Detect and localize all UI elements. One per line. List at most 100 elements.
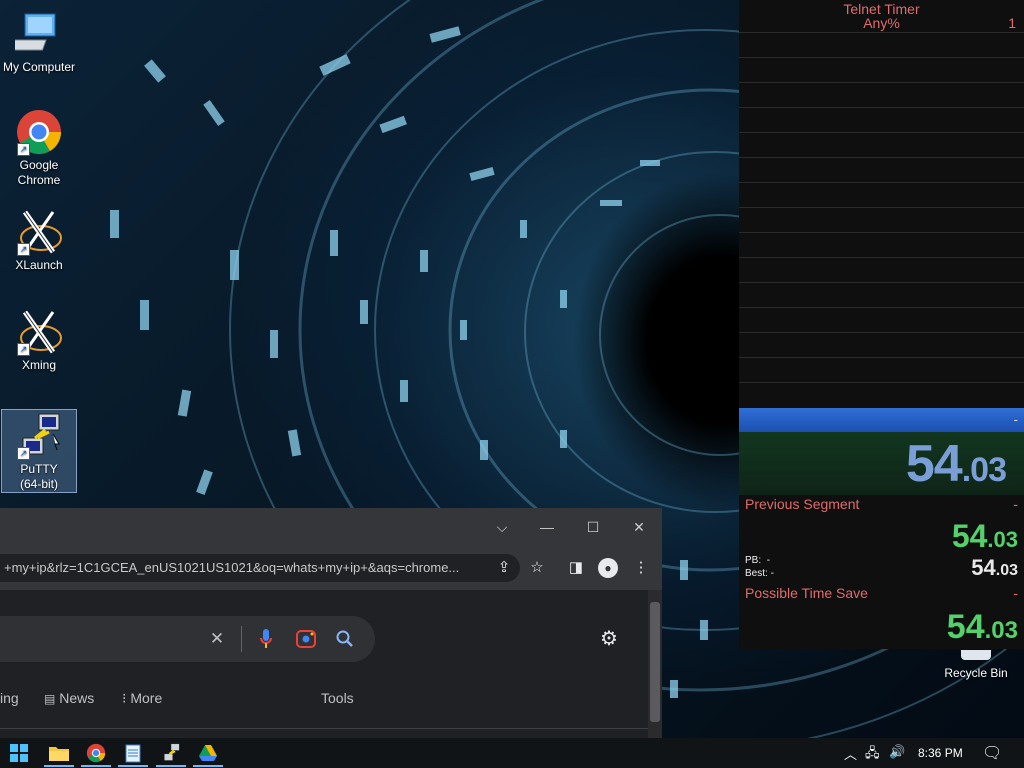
desktop-icon-google-chrome[interactable]: ↗ Google Chrome <box>2 108 76 188</box>
volume-icon[interactable]: 🔊 <box>889 744 905 760</box>
split-row-divider <box>739 207 1024 208</box>
pb-row: PB: - <box>745 555 771 566</box>
desktop-icon-my-computer[interactable]: My Computer <box>2 10 76 75</box>
notepad-icon <box>125 744 141 763</box>
chrome-titlebar[interactable]: ⌵ — ☐ ✕ <box>0 508 662 546</box>
timer-title: Telnet Timer <box>843 1 920 17</box>
search-icon[interactable] <box>332 626 358 652</box>
google-search-results-page: ✕ ⚙ ing ▤ News ⁝ More Tools <box>0 590 648 738</box>
shortcut-arrow-icon: ↗ <box>17 447 30 460</box>
shortcut-arrow-icon: ↗ <box>17 343 30 356</box>
voice-search-icon[interactable] <box>253 626 279 652</box>
address-bar[interactable]: +my+ip&rlz=1C1GCEA_enUS1021US1021&oq=wha… <box>0 554 520 582</box>
split-row-divider <box>739 32 1024 33</box>
side-panel-icon[interactable]: ◨ <box>562 554 590 582</box>
split-row-divider <box>739 357 1024 358</box>
speedrun-timer-window[interactable]: Telnet Timer Any% 1 - 54.03 Previous Seg… <box>739 0 1024 649</box>
split-row-divider <box>739 232 1024 233</box>
timer-category: Any% <box>863 15 900 31</box>
google-search-box[interactable]: ✕ <box>0 616 375 662</box>
best-time-value: 54.03 <box>971 555 1018 580</box>
bookmark-star-icon[interactable]: ☆ <box>523 554 551 582</box>
recycle-bin-icon <box>961 650 991 660</box>
settings-gear-icon[interactable]: ⚙ <box>596 626 622 652</box>
chrome-toolbar: +my+ip&rlz=1C1GCEA_enUS1021US1021&oq=wha… <box>0 546 662 591</box>
attempt-count: 1 <box>1008 15 1016 31</box>
tabs-divider <box>0 728 648 729</box>
current-split-delta: - <box>1013 412 1018 427</box>
desktop-icon-label: XLaunch <box>15 258 63 272</box>
split-row-divider <box>739 307 1024 308</box>
chrome-icon <box>86 743 106 763</box>
desktop-icon-xlaunch[interactable]: ↗ XLaunch <box>2 208 76 273</box>
split-row-divider <box>739 257 1024 258</box>
split-row-divider <box>739 57 1024 58</box>
show-hidden-icons-chevron-icon[interactable]: ︿ <box>844 744 857 763</box>
desktop-icon-recycle-bin[interactable]: Recycle Bin <box>940 650 1012 680</box>
more-dots-icon: ⁝ <box>122 690 127 706</box>
news-icon: ▤ <box>44 692 56 706</box>
search-box-divider <box>241 626 242 652</box>
possible-time-save-label: Possible Time Save <box>745 585 868 601</box>
chrome-icon: ↗ <box>15 108 63 156</box>
desktop-icon-label: My Computer <box>2 60 76 74</box>
tab-news[interactable]: ▤ News <box>44 690 94 706</box>
share-icon[interactable]: ⇪ <box>490 554 518 582</box>
page-scrollbar[interactable] <box>648 590 662 738</box>
desktop-icon-label: Xming <box>21 358 56 372</box>
split-row-divider <box>739 282 1024 283</box>
taskbar-clock[interactable]: 8:36 PM <box>918 746 963 760</box>
x-logo-icon: ↗ <box>15 208 63 256</box>
taskbar: ︿ 🖧 🔊 8:36 PM 🗨 <box>0 738 1024 768</box>
possible-time-save-time: 54.03 <box>946 608 1018 646</box>
taskbar-drive[interactable] <box>193 741 223 767</box>
split-row-divider <box>739 182 1024 183</box>
scrollbar-thumb[interactable] <box>650 602 660 722</box>
chrome-menu-icon[interactable]: ⋮ <box>627 554 655 582</box>
split-row-divider <box>739 132 1024 133</box>
folder-icon <box>49 747 69 761</box>
windows-logo-icon <box>10 744 28 762</box>
taskbar-chrome[interactable] <box>81 741 111 767</box>
minimize-button[interactable]: — <box>532 514 562 540</box>
address-bar-url[interactable]: +my+ip&rlz=1C1GCEA_enUS1021US1021&oq=wha… <box>4 560 459 575</box>
shortcut-arrow-icon: ↗ <box>17 143 30 156</box>
split-row-divider <box>739 157 1024 158</box>
computer-icon <box>5 10 63 58</box>
profile-icon[interactable]: ● <box>594 554 622 582</box>
taskbar-notepad[interactable] <box>118 741 148 767</box>
clear-search-icon[interactable]: ✕ <box>204 626 230 652</box>
split-row-divider <box>739 332 1024 333</box>
desktop-icon-xming[interactable]: ↗ Xming <box>2 308 76 373</box>
previous-segment-value: - <box>1013 496 1018 512</box>
lens-search-icon[interactable] <box>293 626 319 652</box>
split-row-divider <box>739 107 1024 108</box>
desktop-icon-label: Google Chrome <box>17 158 61 187</box>
taskbar-file-explorer[interactable] <box>44 741 74 767</box>
desktop-icon-label: PuTTY (64-bit) <box>19 462 58 491</box>
best-row: Best: - <box>745 568 774 579</box>
desktop-icon-label: Recycle Bin <box>944 666 1008 680</box>
maximize-button[interactable]: ☐ <box>578 514 608 540</box>
desktop-icon-putty[interactable]: ↗ PuTTY (64-bit) <box>1 409 77 493</box>
main-timer-value: 54.03 <box>905 435 1007 493</box>
putty-icon: ↗ <box>15 412 63 460</box>
network-icon[interactable]: 🖧 <box>865 744 880 766</box>
split-row-divider <box>739 82 1024 83</box>
google-drive-icon <box>199 745 217 761</box>
main-timer: 54.03 <box>739 432 1024 495</box>
tab-shopping[interactable]: ing <box>0 690 19 706</box>
tab-search-icon[interactable]: ⌵ <box>487 514 517 540</box>
possible-time-save-value: - <box>1013 585 1018 601</box>
shortcut-arrow-icon: ↗ <box>17 243 30 256</box>
search-tabs-row: ing ▤ News ⁝ More Tools <box>0 688 648 712</box>
chrome-window[interactable]: ⌵ — ☐ ✕ +my+ip&rlz=1C1GCEA_enUS1021US102… <box>0 508 662 738</box>
close-window-button[interactable]: ✕ <box>624 514 654 540</box>
tab-more[interactable]: ⁝ More <box>122 690 162 707</box>
previous-segment-label: Previous Segment <box>745 496 860 512</box>
putty-icon <box>164 743 180 761</box>
tab-tools[interactable]: Tools <box>321 690 354 706</box>
start-button[interactable] <box>4 741 34 765</box>
notifications-icon[interactable]: 🗨 <box>982 743 1002 763</box>
taskbar-putty[interactable] <box>156 741 186 767</box>
